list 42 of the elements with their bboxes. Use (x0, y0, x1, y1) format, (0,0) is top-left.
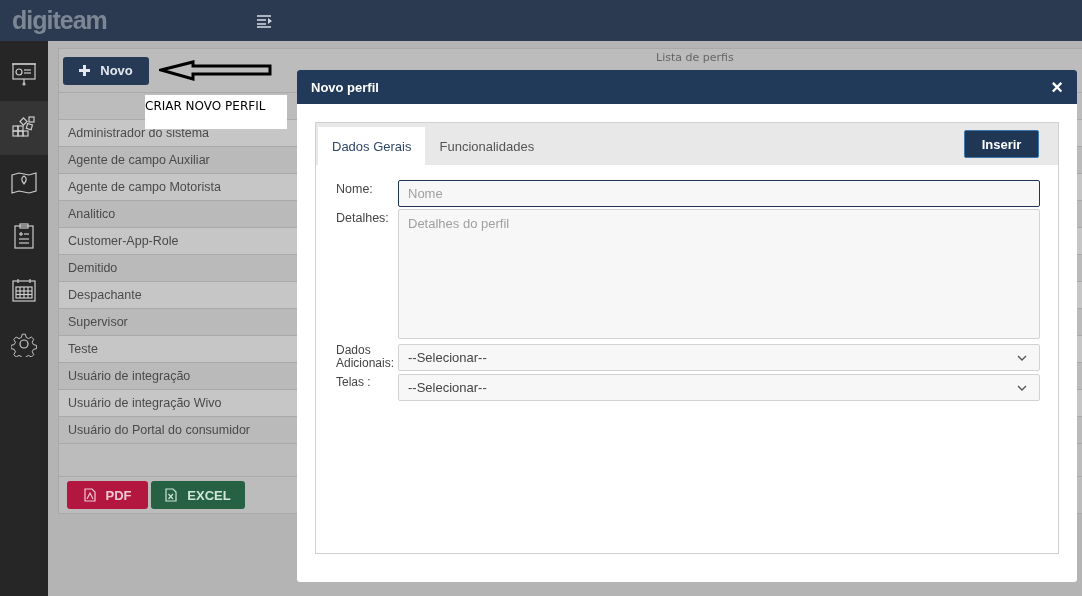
details-textarea[interactable]: Detalhes do perfil (398, 209, 1040, 339)
insert-button[interactable]: Inserir (964, 130, 1039, 158)
annotation-label: CRIAR NOVO PERFIL (145, 95, 287, 129)
profile-name: Usuário de integração Wivo (68, 396, 222, 410)
profile-name: Demitido (68, 261, 118, 275)
field-label: Telas : (336, 374, 372, 389)
profile-name: Supervisor (68, 315, 128, 329)
tab[interactable]: Funcionalidades (425, 127, 549, 165)
profile-name: Administrador do sistema (68, 126, 210, 140)
profile-name: Despachante (68, 288, 142, 302)
clipboard-icon (11, 223, 37, 249)
modal-title: Novo perfil (311, 79, 379, 95)
excel-file-icon (165, 488, 178, 502)
profile-name: Usuário do Portal do consumidor (68, 423, 251, 437)
select-dropdown[interactable]: --Selecionar-- (398, 374, 1040, 401)
pdf-file-icon (83, 488, 96, 502)
close-button[interactable]: × (1051, 77, 1063, 97)
tab[interactable]: Dados Gerais (318, 127, 426, 165)
profile-name: Agente de campo Motorista (68, 180, 221, 194)
field-label: Dados Adicionais: (336, 344, 396, 370)
name-input[interactable]: Nome (398, 180, 1040, 207)
presentation-board-icon (11, 61, 37, 87)
chevron-down-icon (1017, 384, 1027, 391)
select-dropdown[interactable]: --Selecionar-- (398, 344, 1040, 371)
menu-icon[interactable] (256, 13, 273, 28)
map-pin-icon (11, 169, 37, 195)
settings-icon (11, 331, 37, 357)
profile-name: Analitico (68, 207, 116, 221)
sidebar-item[interactable] (0, 101, 48, 155)
calendar-icon (11, 277, 37, 303)
field-label: Nome: (336, 181, 374, 196)
export-button[interactable]: EXCEL (151, 481, 245, 509)
profile-name: Teste (68, 342, 98, 356)
field-label: Detalhes: (336, 210, 390, 225)
profile-name: Agente de campo Auxiliar (68, 153, 210, 167)
chevron-down-icon (1017, 354, 1027, 361)
export-button[interactable]: PDF (67, 481, 148, 509)
new-button[interactable]: Novo (63, 56, 149, 85)
plus-icon (79, 65, 91, 76)
profile-name: Customer-App-Role (68, 234, 179, 248)
list-title: Lista de perfis (656, 51, 734, 64)
profile-name: Usuário de integração (68, 369, 191, 383)
